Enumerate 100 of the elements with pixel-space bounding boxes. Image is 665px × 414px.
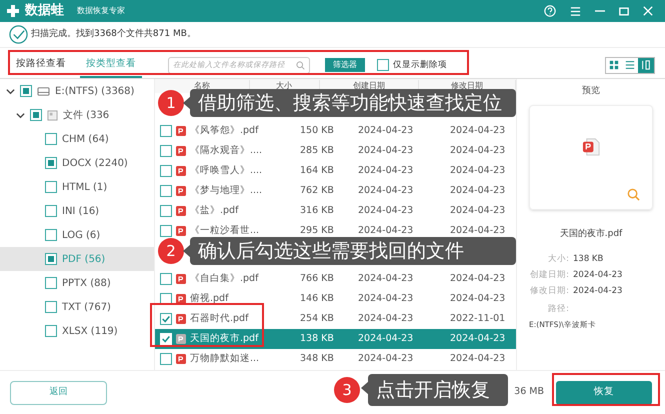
checkbox[interactable] [45,133,57,145]
maximize-icon[interactable] [619,6,629,16]
pdf-file-icon [176,226,186,236]
modified-date: 2024-04-23 [450,164,506,176]
checkbox[interactable] [377,59,389,71]
file-size: 146 KB [300,292,335,306]
tree-item[interactable]: DOCX (2240) [0,151,154,175]
checkbox[interactable] [160,353,172,365]
callout-text: 点击开启恢复 [376,378,490,403]
detail-value: 2024-04-23 [573,268,622,282]
created-date: 2024-04-23 [358,164,414,176]
checkbox[interactable] [45,205,57,217]
chevron-down-icon[interactable] [6,86,15,96]
step-badge: 2 [158,238,184,264]
modified-date: 2024-04-23 [450,124,506,136]
file-name: 《风筝怨》.pdf [190,124,258,138]
tree-item[interactable]: CHM (64) [0,127,154,151]
recover-button[interactable]: 恢复 [556,380,652,404]
pdf-file-icon [176,146,186,156]
checkbox[interactable] [45,325,57,337]
tree-label: DOCX (2240) [62,156,128,170]
selection-summary: 36 MB [514,385,544,400]
checkbox[interactable] [45,301,57,313]
column-header[interactable]: 名称 [194,80,210,92]
checkbox[interactable] [45,229,57,241]
modified-date: 2024-04-23 [450,272,506,284]
pdf-file-icon [176,166,186,176]
checkbox[interactable] [160,313,172,325]
detail-label: 创建日期: [529,268,570,282]
tree-label: LOG (6) [62,228,100,242]
close-icon[interactable] [643,6,653,16]
view-tab[interactable]: 按路径查看 [10,52,72,78]
checkbox[interactable] [45,157,57,169]
tree-label: E:(NTFS) (3368) [55,84,134,98]
file-name: 《盐》.pdf [190,204,238,218]
tree-item[interactable]: 文件 (336 [0,103,154,127]
pdf-file-icon [176,334,186,344]
chevron-down-icon[interactable] [16,110,25,120]
tree-label: PPTX (88) [62,276,111,290]
detail-value: 2024-04-23 [573,284,622,298]
document-icon [47,110,58,120]
file-name: 万物静默如迷... [190,352,260,366]
file-size: 285 KB [300,144,335,158]
minimize-icon[interactable] [595,10,605,12]
tree-label: 文件 (336 [63,108,110,122]
checkbox[interactable] [160,125,172,137]
deleted-only-label: 仅显示删除项 [393,58,447,72]
help-icon[interactable] [544,5,556,17]
file-size: 138 KB [300,332,335,346]
checkbox[interactable] [160,165,172,177]
pdf-file-icon [176,206,186,216]
tree-label: TXT (767) [62,300,111,314]
pdf-file-icon [582,136,600,156]
created-date: 2024-04-23 [358,272,414,284]
pdf-file-icon [176,274,186,284]
filter-button[interactable]: 筛选器 [325,58,365,72]
tree-item[interactable]: PPTX (88) [0,271,154,295]
checkbox[interactable] [30,109,42,121]
zoom-icon[interactable] [627,188,640,200]
modified-date: 2024-04-23 [450,184,506,196]
file-size: 164 KB [300,164,335,178]
checkbox[interactable] [20,85,32,97]
checkbox[interactable] [160,225,172,237]
created-date: 2024-04-23 [358,184,414,196]
checkbox[interactable] [160,145,172,157]
checkbox[interactable] [160,205,172,217]
tree-item[interactable]: LOG (6) [0,223,154,247]
scan-status: 扫描完成。找到3368个文件共871 MB。 [31,28,196,41]
file-name: 石器时代.pdf [190,312,248,326]
column-header[interactable]: 创建日期 [352,80,385,92]
callout-text: 借助筛选、搜索等功能快速查找定位 [198,90,502,116]
menu-icon[interactable] [570,6,581,16]
detail-label: 大小: [547,253,570,266]
preview-title: 预览 [582,85,600,98]
file-size: 348 KB [300,352,335,366]
tree-item[interactable]: INI (16) [0,199,154,223]
column-header[interactable]: 大小 [276,80,292,92]
grid-icon [609,60,619,70]
search-icon[interactable] [296,60,305,70]
tree-item[interactable]: E:(NTFS) (3368) [0,79,154,103]
checkbox[interactable] [160,273,172,285]
view-mode-button[interactable] [638,58,654,72]
file-name: 俯视.pdf [190,292,228,306]
file-name: 天国的夜市.pdf [190,332,258,346]
file-size: 295 KB [300,224,335,238]
file-size: 766 KB [300,272,335,286]
tree-item[interactable]: TXT (767) [0,295,154,319]
column-header[interactable]: 修改日期 [451,80,484,92]
checkbox[interactable] [45,181,57,193]
file-row[interactable]: 天国的夜市.pdf 138 KB 2024-04-23 2024-04-23 [155,329,516,349]
pdf-file-icon [176,126,186,136]
modified-date: 2024-04-23 [450,144,506,156]
checkbox[interactable] [45,253,57,265]
modified-date: 2024-04-23 [450,332,506,344]
tree-item[interactable]: XLSX (119) [0,319,154,343]
created-date: 2024-04-23 [358,144,414,156]
tree-label: INI (16) [62,204,100,218]
checkbox[interactable] [160,185,172,197]
checkbox[interactable] [45,277,57,289]
tree-item[interactable]: HTML (1) [0,175,154,199]
